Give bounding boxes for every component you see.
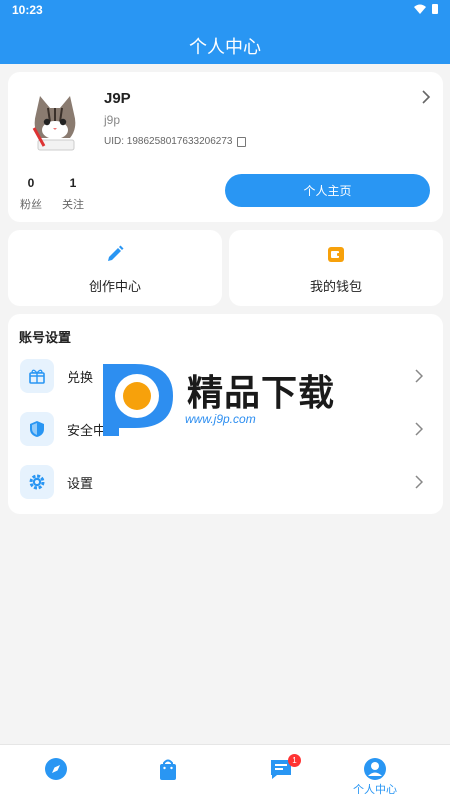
profile-icon — [364, 758, 386, 780]
uid-text: UID: 1986258017633206273 — [104, 136, 233, 147]
settings-label: 设置 — [67, 477, 94, 492]
settings-item-settings[interactable]: 设置 — [8, 462, 443, 502]
avatar[interactable] — [20, 88, 90, 158]
stat-followers[interactable]: 0 粉丝 — [16, 176, 46, 212]
redeem-label: 兑换 — [67, 371, 94, 386]
page-title: 个人中心 — [189, 37, 261, 58]
compass-icon — [45, 758, 67, 780]
followers-label: 粉丝 — [20, 198, 42, 211]
shield-icon — [30, 421, 44, 437]
tab-profile[interactable]: 个人中心 — [319, 745, 431, 800]
user-handle: j9p — [104, 113, 121, 127]
app-bar: 10:23 个人中心 — [0, 0, 450, 64]
following-count: 1 — [69, 176, 77, 190]
battery-icon — [432, 4, 438, 14]
account-settings-card: 账号设置 兑换 安全中心 设置 — [8, 314, 443, 514]
followers-count: 0 — [27, 176, 35, 190]
settings-item-security[interactable]: 安全中心 — [8, 409, 443, 449]
gift-icon — [29, 369, 45, 384]
tab-shop[interactable] — [112, 745, 224, 800]
wifi-icon — [414, 4, 426, 14]
wallet-icon — [328, 247, 344, 262]
gear-icon — [29, 474, 45, 490]
stat-following[interactable]: 1 关注 — [58, 176, 88, 212]
chevron-right-icon[interactable] — [421, 90, 431, 104]
tab-bar: 1 个人中心 — [0, 744, 450, 800]
pencil-icon — [108, 245, 124, 261]
homepage-button[interactable]: 个人主页 — [225, 174, 430, 207]
tab-profile-label: 个人中心 — [353, 783, 397, 796]
shield-icon-box — [20, 412, 54, 446]
status-bar: 10:23 — [0, 0, 450, 20]
gift-icon-box — [20, 359, 54, 393]
chevron-right-icon — [415, 475, 423, 489]
profile-card[interactable]: J9P j9p UID: 1986258017633206273 0 粉丝 1 … — [8, 72, 443, 222]
wallet-label: 我的钱包 — [309, 280, 362, 295]
user-uid: UID: 1986258017633206273 — [104, 136, 247, 147]
creator-center-label: 创作中心 — [88, 280, 141, 295]
security-label: 安全中心 — [67, 424, 120, 439]
account-settings-title: 账号设置 — [19, 331, 72, 346]
copy-icon[interactable] — [237, 136, 247, 147]
status-time: 10:23 — [12, 3, 43, 17]
creator-center-card[interactable]: 创作中心 — [8, 230, 222, 306]
settings-item-redeem[interactable]: 兑换 — [8, 356, 443, 396]
wallet-card[interactable]: 我的钱包 — [229, 230, 443, 306]
tab-discover[interactable] — [0, 745, 112, 800]
shopping-bag-icon — [160, 759, 176, 780]
chevron-right-icon — [415, 369, 423, 383]
username: J9P — [104, 90, 131, 107]
following-label: 关注 — [62, 198, 84, 211]
message-badge: 1 — [288, 754, 301, 767]
chevron-right-icon — [415, 422, 423, 436]
gear-icon-box — [20, 465, 54, 499]
